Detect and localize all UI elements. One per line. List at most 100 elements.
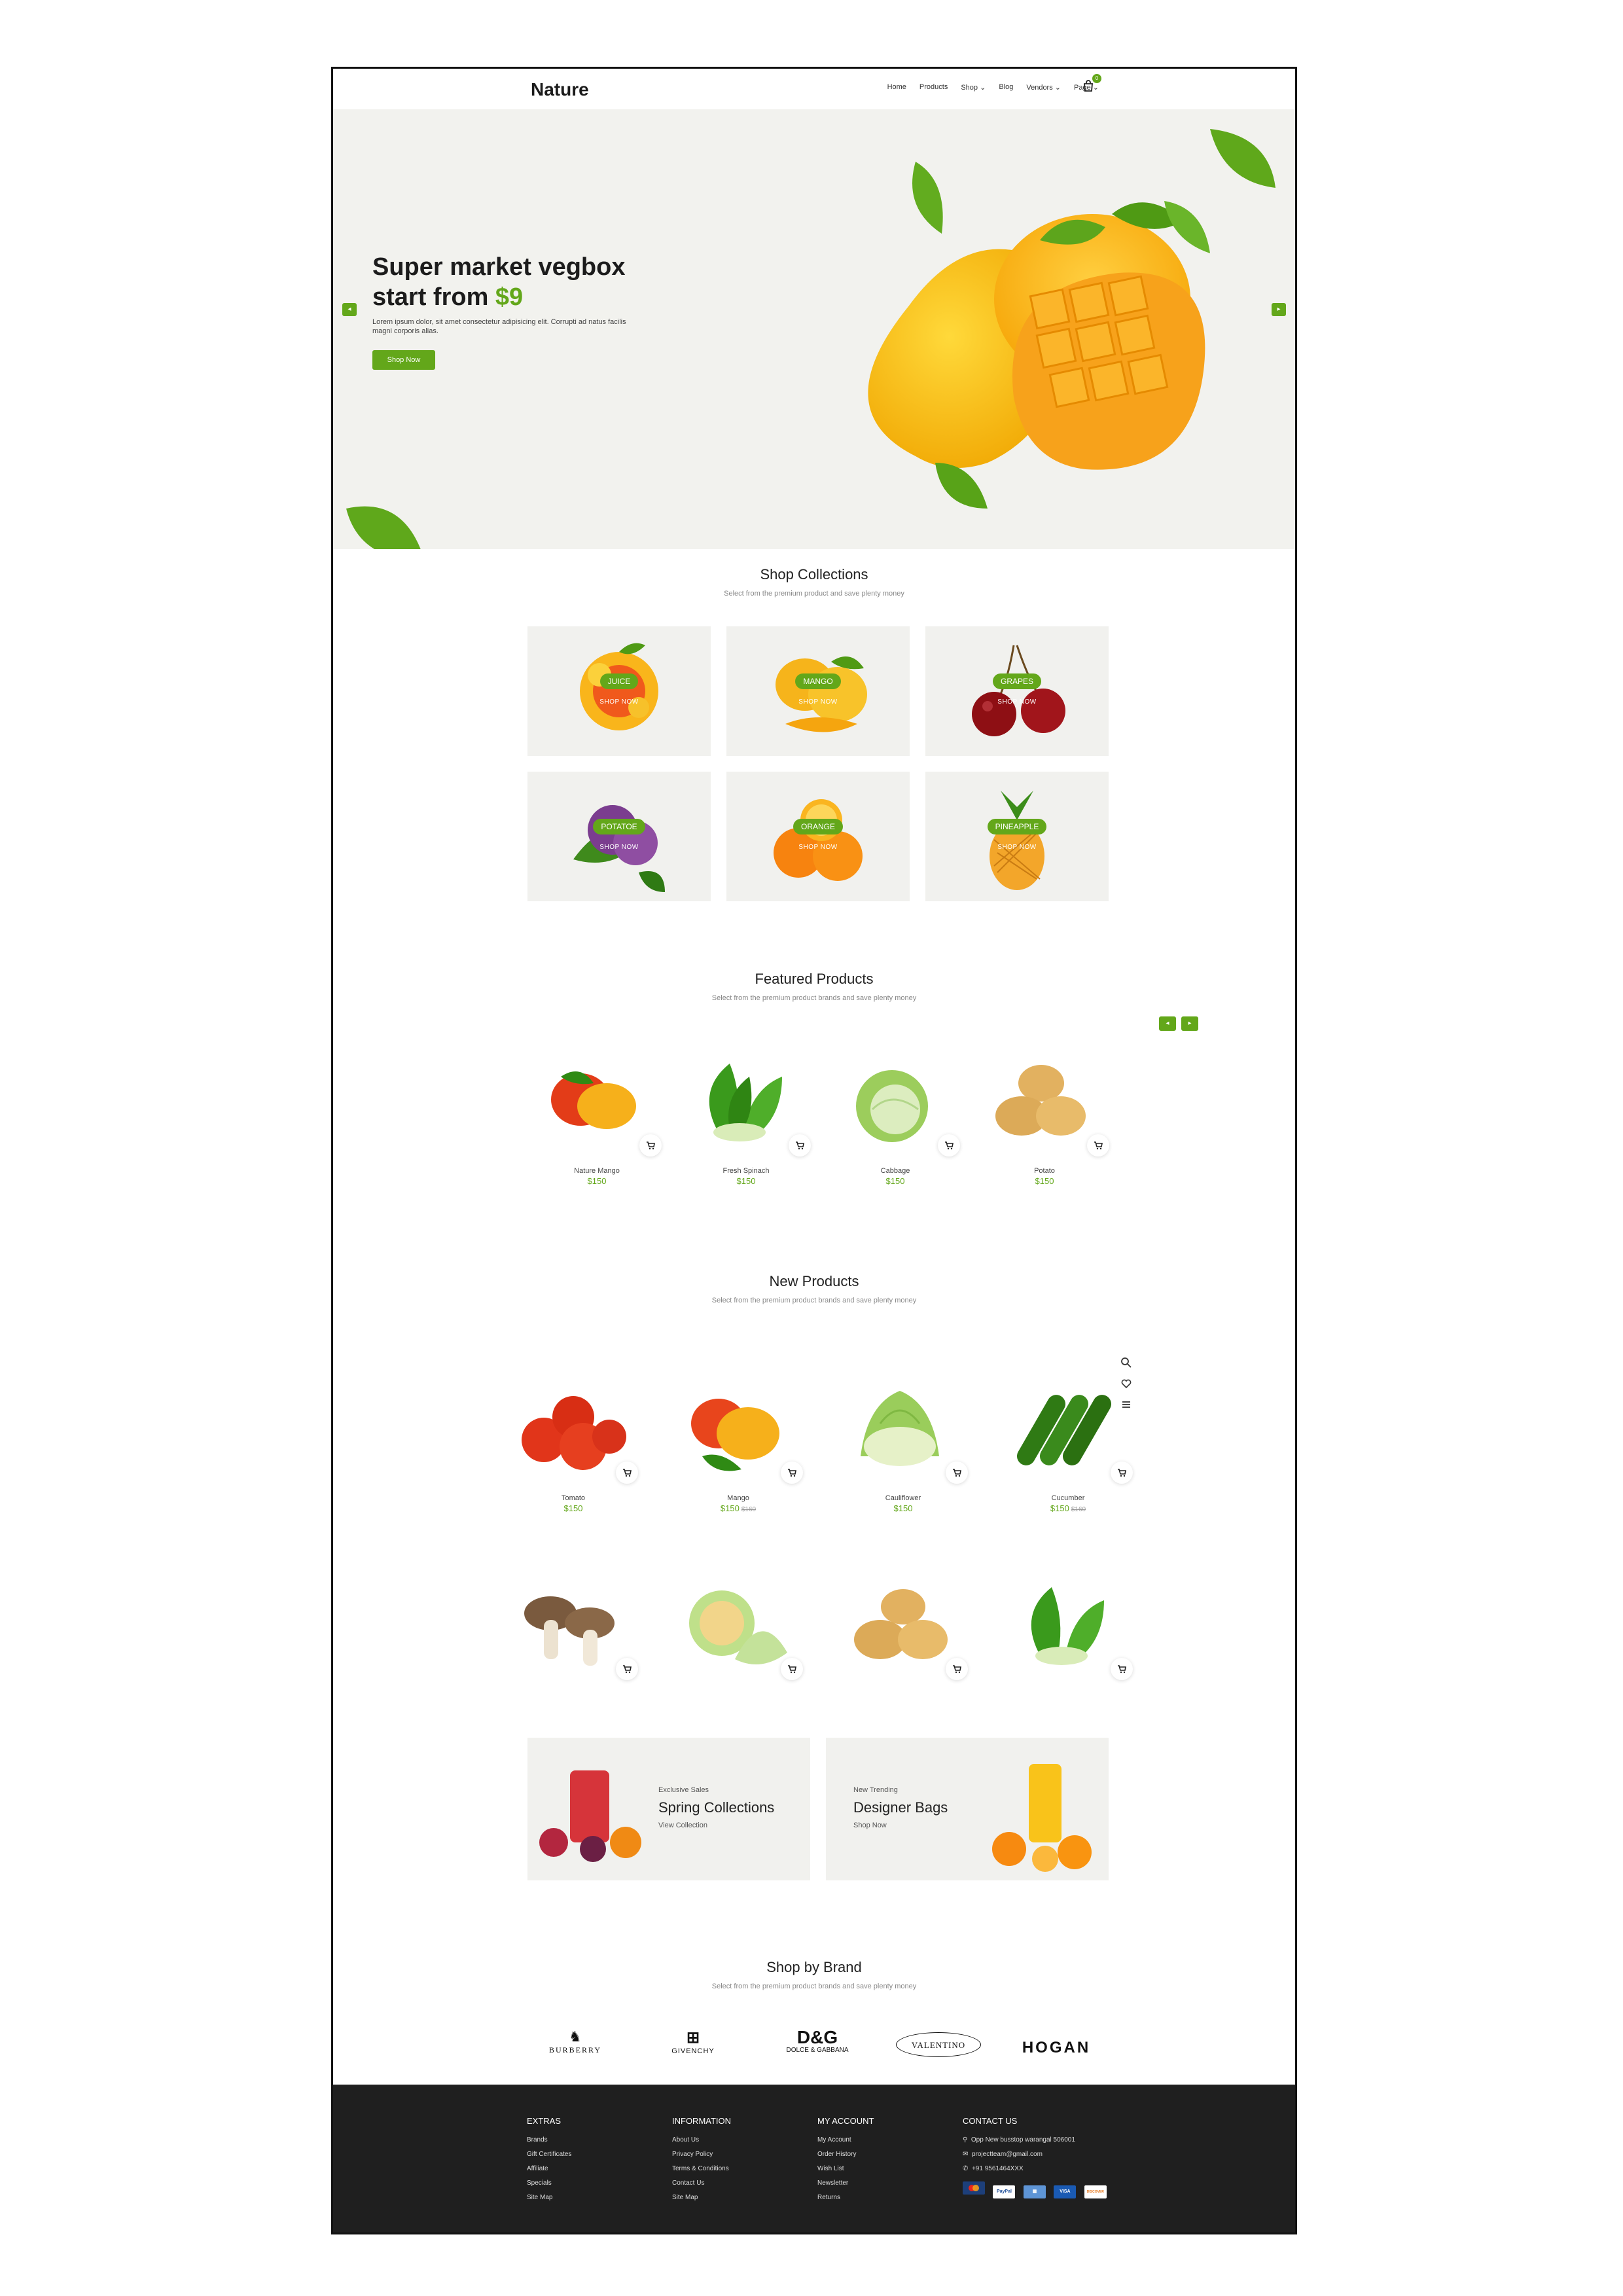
add-to-cart-button[interactable] — [946, 1658, 968, 1680]
logo[interactable]: Nature — [531, 79, 589, 100]
brand-dolce-gabbana[interactable]: D&G DOLCE & GABBANA — [772, 2028, 863, 2068]
collection-shop-link[interactable]: SHOP NOW — [527, 844, 711, 851]
nav-shop[interactable]: Shop ⌄ — [961, 83, 986, 92]
price-current: $150 — [563, 1503, 583, 1513]
product-name[interactable]: Tomato — [505, 1494, 642, 1502]
product-name[interactable]: Nature Mango — [528, 1167, 666, 1175]
shop-now-button[interactable]: Shop Now — [372, 350, 435, 370]
footer-link[interactable]: Site Map — [527, 2194, 658, 2201]
product-card[interactable]: Mango $150 $160 — [669, 1378, 807, 1528]
footer-link[interactable]: Site Map — [672, 2194, 803, 2201]
nav-blog[interactable]: Blog — [999, 83, 1013, 92]
product-card[interactable]: Tomato $150 — [505, 1378, 642, 1528]
slider-prev-button[interactable]: ◂ — [342, 303, 357, 316]
footer-link[interactable]: Privacy Policy — [672, 2151, 803, 2158]
banner-eyebrow: New Trending — [853, 1786, 898, 1794]
footer-link[interactable]: Terms & Conditions — [672, 2165, 803, 2172]
footer-link[interactable]: Returns — [817, 2194, 948, 2201]
cart-icon — [1118, 1665, 1126, 1674]
collection-card-grapes[interactable]: GRAPES SHOP NOW — [925, 626, 1109, 756]
banner-link[interactable]: View Collection — [658, 1821, 707, 1829]
nav-vendors[interactable]: Vendors ⌄ — [1026, 83, 1061, 92]
cart-icon — [1094, 1141, 1103, 1150]
nav-home[interactable]: Home — [887, 83, 906, 92]
spinach-image — [709, 1064, 782, 1141]
melon-image — [689, 1590, 787, 1664]
add-to-cart-button[interactable] — [946, 1462, 968, 1484]
footer-link[interactable]: Gift Certificates — [527, 2151, 658, 2158]
product-price: $150 — [736, 1176, 756, 1186]
phone-text: +91 9561464XXX — [971, 2165, 1024, 2172]
add-to-cart-button[interactable] — [616, 1462, 638, 1484]
product-card[interactable]: Cauliflower $150 — [834, 1378, 972, 1528]
compare-icon[interactable] — [1120, 1399, 1132, 1410]
mushroom-image — [524, 1596, 615, 1666]
footer-link[interactable]: About Us — [672, 2136, 803, 2144]
visa-icon: VISA — [1054, 2185, 1077, 2198]
featured-subtitle: Select from the premium product brands a… — [711, 994, 917, 1002]
search-icon[interactable] — [1120, 1357, 1132, 1369]
hero-title-line2: start from $9 — [372, 282, 700, 312]
collection-card-potatoe[interactable]: POTATOE SHOP NOW — [527, 772, 711, 901]
brand-hogan[interactable]: HOGAN — [1014, 2039, 1099, 2078]
collection-shop-link[interactable]: SHOP NOW — [726, 844, 910, 851]
orange-icon — [774, 799, 863, 881]
banner-link[interactable]: Shop Now — [853, 1821, 887, 1829]
footer-link[interactable]: Order History — [817, 2151, 948, 2158]
footer-link[interactable]: Contact Us — [672, 2179, 803, 2187]
add-to-cart-button[interactable] — [616, 1658, 638, 1680]
collection-card-juice[interactable]: JUICE SHOP NOW — [527, 626, 711, 756]
product-card[interactable]: Cabbage $150 — [827, 1050, 964, 1201]
promo-banner-designer[interactable]: New Trending Designer Bags Shop Now — [826, 1738, 1109, 1880]
featured-next-button[interactable]: ▸ — [1181, 1016, 1198, 1031]
add-to-cart-button[interactable] — [1087, 1134, 1109, 1157]
mail-icon: ✉ — [963, 2151, 969, 2158]
footer-link[interactable]: My Account — [817, 2136, 948, 2144]
heart-icon[interactable] — [1120, 1378, 1132, 1390]
footer-link[interactable]: Newsletter — [817, 2179, 948, 2187]
brand-burberry[interactable]: ♞ BURBERRY — [529, 2028, 621, 2068]
collection-shop-link[interactable]: SHOP NOW — [527, 698, 711, 706]
product-name[interactable]: Cabbage — [827, 1167, 964, 1175]
product-name[interactable]: Cauliflower — [834, 1494, 972, 1502]
collection-shop-link[interactable]: SHOP NOW — [726, 698, 910, 706]
footer-link[interactable]: Specials — [527, 2179, 658, 2187]
product-name[interactable]: Potato — [976, 1167, 1113, 1175]
product-card[interactable] — [999, 1574, 1137, 1725]
add-to-cart-button[interactable] — [781, 1462, 803, 1484]
brand-valentino[interactable]: VALENTINO — [896, 2032, 981, 2072]
add-to-cart-button[interactable] — [1111, 1462, 1133, 1484]
collection-card-mango[interactable]: MANGO SHOP NOW — [726, 626, 910, 756]
footer-contact: CONTACT US ⚲ Opp New busstop warangal 50… — [963, 2116, 1133, 2198]
product-card[interactable] — [505, 1574, 642, 1725]
add-to-cart-button[interactable] — [938, 1134, 960, 1157]
product-card[interactable]: Nature Mango $150 — [528, 1050, 666, 1201]
footer-link[interactable]: Affiliate — [527, 2165, 658, 2172]
collection-card-orange[interactable]: ORANGE SHOP NOW — [726, 772, 910, 901]
nav-products[interactable]: Products — [919, 83, 948, 92]
footer-link[interactable]: Wish List — [817, 2165, 948, 2172]
banner-eyebrow: Exclusive Sales — [658, 1786, 709, 1794]
product-card[interactable]: Potato $150 — [976, 1050, 1113, 1201]
footer-email[interactable]: ✉ projectteam@gmail.com — [963, 2151, 1133, 2158]
collection-shop-link[interactable]: SHOP NOW — [925, 844, 1109, 851]
collection-shop-link[interactable]: SHOP NOW — [925, 698, 1109, 706]
product-card[interactable]: Fresh Spinach $150 — [677, 1050, 815, 1201]
collection-label: PINEAPPLE — [987, 819, 1047, 834]
product-card[interactable]: Cucumber $150 $160 — [999, 1378, 1137, 1528]
brand-givenchy[interactable]: ⊞ GIVENCHY — [660, 2028, 726, 2068]
promo-banner-spring[interactable]: Exclusive Sales Spring Collections View … — [527, 1738, 810, 1880]
add-to-cart-button[interactable] — [1111, 1658, 1133, 1680]
product-card[interactable] — [834, 1574, 972, 1725]
brand-name: HOGAN — [1022, 2039, 1091, 2056]
product-card[interactable] — [669, 1574, 807, 1725]
product-name[interactable]: Mango — [669, 1494, 807, 1502]
featured-prev-button[interactable]: ◂ — [1159, 1016, 1176, 1031]
add-to-cart-button[interactable] — [639, 1134, 662, 1157]
product-name[interactable]: Cucumber — [999, 1494, 1137, 1502]
add-to-cart-button[interactable] — [789, 1134, 811, 1157]
footer-link[interactable]: Brands — [527, 2136, 658, 2144]
product-name[interactable]: Fresh Spinach — [677, 1167, 815, 1175]
add-to-cart-button[interactable] — [781, 1658, 803, 1680]
collection-card-pineapple[interactable]: PINEAPPLE SHOP NOW — [925, 772, 1109, 901]
